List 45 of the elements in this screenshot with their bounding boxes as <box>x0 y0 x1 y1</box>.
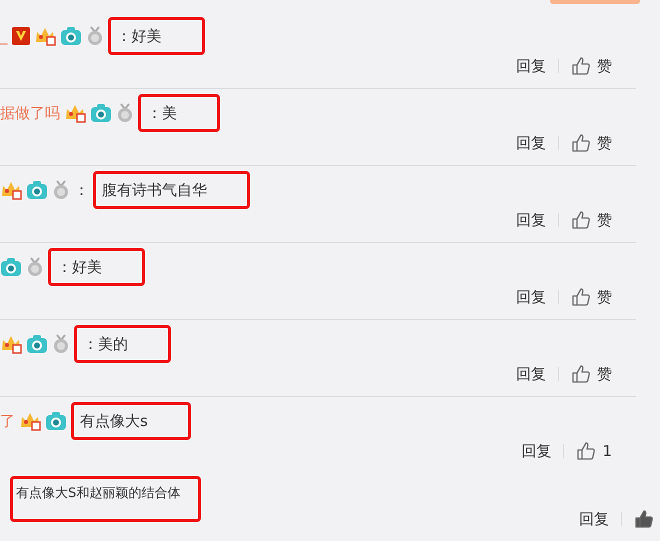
medal-icon <box>52 334 70 354</box>
camera-icon <box>45 411 67 431</box>
like-button[interactable]: 赞 <box>597 364 612 384</box>
medal-icon <box>86 26 104 46</box>
thumbs-up-icon <box>571 56 591 76</box>
colon: ： <box>74 180 89 200</box>
reply-text: 有点像大S和赵丽颖的结合体 <box>10 476 202 522</box>
medal-icon <box>26 257 44 277</box>
like-button[interactable]: 赞 <box>597 56 612 76</box>
thumbs-up-icon <box>634 509 654 529</box>
like-button[interactable]: 赞 <box>597 210 612 230</box>
comment-text: ：美 <box>138 94 220 132</box>
camera-icon <box>26 180 48 200</box>
comment-text: 腹有诗书气自华 <box>93 171 250 209</box>
reply-link[interactable]: 回复 <box>521 442 552 460</box>
camera-icon <box>26 334 48 354</box>
like-button[interactable]: 赞 <box>597 134 612 152</box>
crown-badge-icon <box>19 411 41 431</box>
thumbs-up-icon <box>571 364 591 384</box>
reply-link[interactable]: 回复 <box>516 134 546 152</box>
reply-link[interactable]: 回复 <box>579 510 609 528</box>
camera-icon <box>60 26 82 46</box>
thumbs-up-icon <box>571 133 591 153</box>
reply-link[interactable]: 回复 <box>516 56 546 76</box>
thumbs-up-icon <box>576 441 596 461</box>
comment-text: ：美的 <box>74 325 171 363</box>
crown-badge-icon <box>64 103 86 123</box>
like-button[interactable]: 1 <box>602 442 612 460</box>
camera-icon <box>0 257 22 277</box>
v-badge-icon <box>12 27 30 45</box>
reply-link[interactable]: 回复 <box>516 288 546 306</box>
reply-link[interactable]: 回复 <box>516 364 546 384</box>
comment-text: ：好美 <box>48 248 145 286</box>
reply-link[interactable]: 回复 <box>516 210 546 230</box>
comment-text: ：好美 <box>108 17 204 55</box>
comment-text: 有点像大s <box>71 402 191 440</box>
medal-icon <box>116 103 134 123</box>
crown-badge-icon <box>34 26 56 46</box>
like-button[interactable]: 赞 <box>597 288 612 306</box>
crown-badge-icon <box>0 334 22 354</box>
camera-icon <box>90 103 112 123</box>
crown-badge-icon <box>0 180 22 200</box>
medal-icon <box>52 180 70 200</box>
thumbs-up-icon <box>571 287 591 307</box>
thumbs-up-icon <box>571 210 591 230</box>
